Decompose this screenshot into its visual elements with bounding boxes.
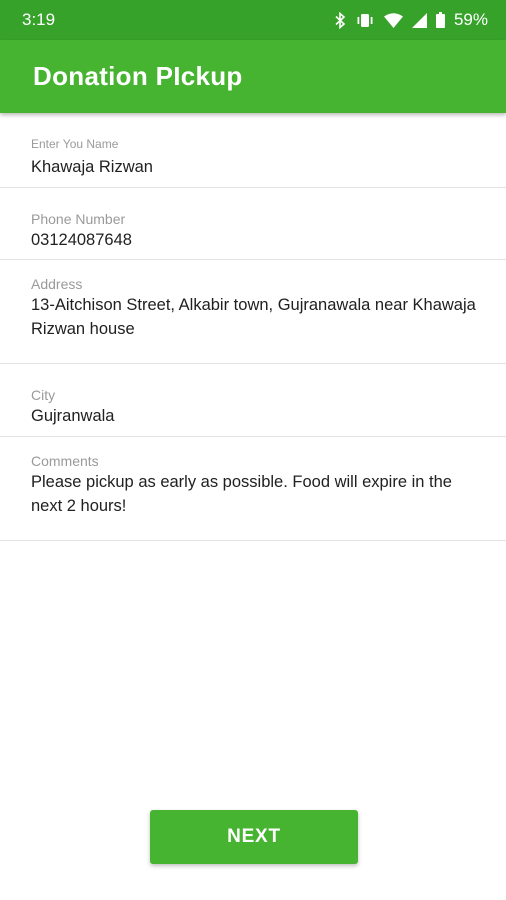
- address-label: Address: [31, 276, 83, 292]
- comments-label: Comments: [31, 453, 99, 469]
- phone-input[interactable]: 03124087648: [31, 228, 486, 252]
- battery-icon: [435, 12, 445, 28]
- app-bar: Donation PIckup: [0, 40, 506, 113]
- signal-icon: [411, 12, 427, 28]
- address-field[interactable]: Address 13-Aitchison Street, Alkabir tow…: [0, 260, 506, 364]
- phone-field[interactable]: Phone Number 03124087648: [0, 188, 506, 260]
- next-button[interactable]: NEXT: [150, 810, 358, 864]
- page-title: Donation PIckup: [33, 61, 243, 91]
- battery-percent: 59%: [453, 10, 488, 29]
- phone-label: Phone Number: [31, 211, 126, 227]
- name-label: Enter You Name: [31, 137, 119, 151]
- name-field[interactable]: Enter You Name Khawaja Rizwan: [0, 113, 506, 188]
- status-icons: 59%: [335, 10, 488, 30]
- status-time: 3:19: [22, 10, 56, 29]
- address-input[interactable]: 13-Aitchison Street, Alkabir town, Gujra…: [31, 293, 486, 341]
- comments-field[interactable]: Comments Please pickup as early as possi…: [0, 437, 506, 541]
- bluetooth-icon: [335, 11, 346, 29]
- vibrate-icon: [357, 13, 373, 27]
- name-input[interactable]: Khawaja Rizwan: [31, 155, 486, 179]
- city-field[interactable]: City Gujranwala: [0, 364, 506, 437]
- city-label: City: [31, 387, 56, 403]
- city-input[interactable]: Gujranwala: [31, 404, 486, 428]
- pickup-form: Enter You Name Khawaja Rizwan Phone Numb…: [0, 113, 506, 541]
- wifi-icon: [383, 12, 403, 28]
- comments-input[interactable]: Please pickup as early as possible. Food…: [31, 470, 486, 518]
- status-bar: 3:19 59%: [0, 0, 506, 40]
